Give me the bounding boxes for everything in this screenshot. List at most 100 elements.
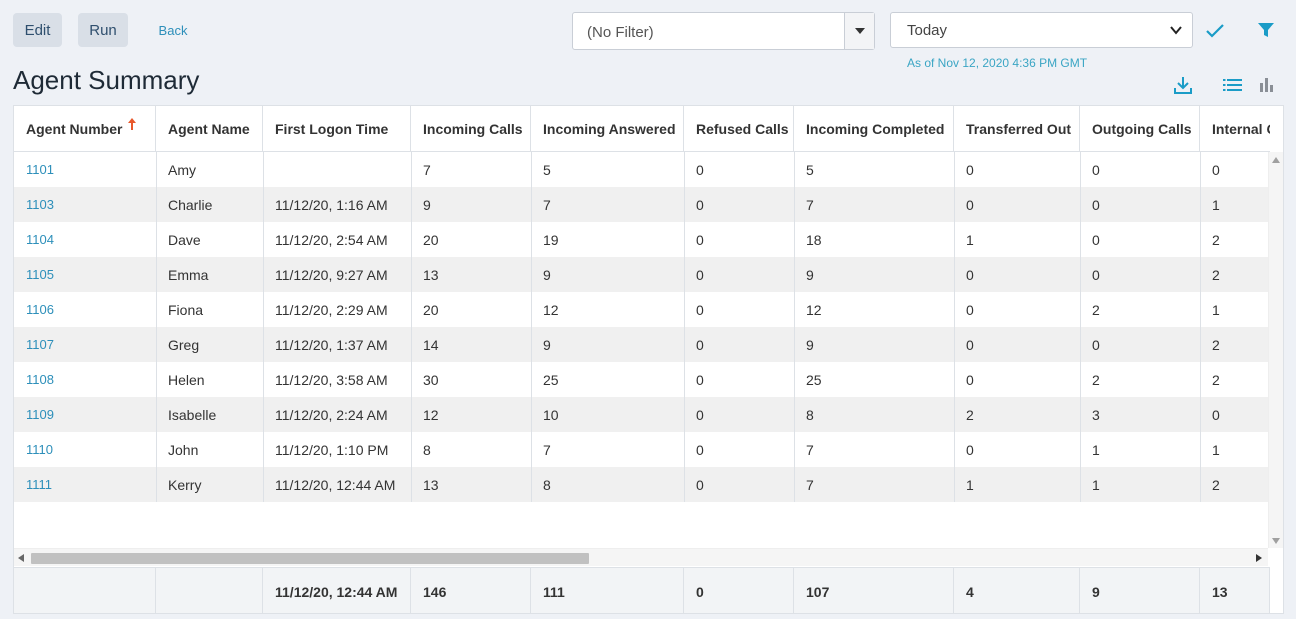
agent-number-link[interactable]: 1104 [14, 222, 156, 257]
vertical-scrollbar[interactable] [1268, 152, 1283, 548]
incoming-calls-cell: 9 [423, 196, 431, 213]
header-internal-calls[interactable]: Internal Calls [1200, 106, 1270, 152]
edit-button[interactable]: Edit [13, 13, 62, 47]
bar-chart-view-icon[interactable] [1257, 74, 1277, 96]
outgoing-calls-cell: 0 [1092, 266, 1100, 283]
header-incoming-completed[interactable]: Incoming Completed [794, 106, 954, 152]
agent-number-link[interactable]: 1109 [14, 397, 156, 432]
incoming-calls-cell: 13 [423, 266, 439, 283]
column-divider [794, 152, 795, 502]
column-divider [1200, 152, 1201, 502]
agent-number-link[interactable]: 1105 [14, 257, 156, 292]
first-logon-cell: 11/12/20, 3:58 AM [275, 371, 388, 388]
incoming-completed-cell: 7 [806, 196, 814, 213]
back-link[interactable]: Back [148, 13, 198, 47]
agent-name-cell: Amy [168, 161, 196, 178]
incoming-answered-cell: 9 [543, 266, 551, 283]
incoming-answered-cell: 5 [543, 161, 551, 178]
total-agent-number [14, 568, 156, 613]
agent-name-cell: Kerry [168, 476, 202, 493]
agent-name-cell: Dave [168, 231, 201, 248]
transferred-out-cell: 0 [966, 441, 974, 458]
agent-number-link[interactable]: 1101 [14, 152, 156, 187]
date-range-select[interactable]: Today [890, 12, 1193, 48]
internal-calls-cell: 2 [1212, 336, 1220, 353]
outgoing-calls-cell: 1 [1092, 441, 1100, 458]
filter-funnel-icon[interactable] [1254, 19, 1278, 41]
totals-row: 11/12/20, 12:44 AM 146 111 0 107 4 9 13 [14, 567, 1270, 613]
header-refused-calls[interactable]: Refused Calls [684, 106, 794, 152]
agent-number-link[interactable]: 1103 [14, 187, 156, 222]
caret-down-icon[interactable] [844, 13, 874, 49]
incoming-completed-cell: 25 [806, 371, 822, 388]
transferred-out-cell: 0 [966, 266, 974, 283]
refused-calls-cell: 0 [696, 266, 704, 283]
scroll-up-icon[interactable] [1272, 157, 1280, 163]
agent-name-cell: Greg [168, 336, 200, 353]
sort-ascending-icon[interactable] [128, 117, 137, 133]
total-incoming-calls: 146 [411, 568, 531, 613]
incoming-completed-cell: 7 [806, 476, 814, 493]
incoming-calls-cell: 20 [423, 301, 439, 318]
horizontal-scroll-thumb[interactable] [31, 553, 589, 564]
chevron-down-icon [1170, 23, 1182, 40]
refused-calls-cell: 0 [696, 161, 704, 178]
first-logon-cell: 11/12/20, 2:24 AM [275, 406, 388, 423]
transferred-out-cell: 0 [966, 371, 974, 388]
first-logon-cell: 11/12/20, 1:10 PM [275, 441, 389, 458]
transferred-out-cell: 0 [966, 196, 974, 213]
download-icon[interactable] [1172, 74, 1194, 96]
header-incoming-answered[interactable]: Incoming Answered [531, 106, 684, 152]
apply-check-icon[interactable] [1203, 20, 1227, 42]
filter-dropdown[interactable]: (No Filter) [572, 12, 875, 50]
header-first-logon-time[interactable]: First Logon Time [263, 106, 411, 152]
transferred-out-cell: 1 [966, 231, 974, 248]
incoming-answered-cell: 25 [543, 371, 559, 388]
header-transferred-out[interactable]: Transferred Out [954, 106, 1080, 152]
incoming-completed-cell: 18 [806, 231, 822, 248]
transferred-out-cell: 0 [966, 336, 974, 353]
incoming-completed-cell: 8 [806, 406, 814, 423]
agent-name-cell: Emma [168, 266, 209, 283]
agent-number-link[interactable]: 1106 [14, 292, 156, 327]
incoming-calls-cell: 14 [423, 336, 439, 353]
incoming-calls-cell: 30 [423, 371, 439, 388]
filter-value: (No Filter) [587, 24, 654, 41]
list-view-icon[interactable] [1222, 75, 1244, 95]
refused-calls-cell: 0 [696, 371, 704, 388]
incoming-answered-cell: 8 [543, 476, 551, 493]
incoming-completed-cell: 9 [806, 336, 814, 353]
agent-number-link[interactable]: 1107 [14, 327, 156, 362]
transferred-out-cell: 0 [966, 301, 974, 318]
incoming-completed-cell: 9 [806, 266, 814, 283]
header-outgoing-calls[interactable]: Outgoing Calls [1080, 106, 1200, 152]
run-button[interactable]: Run [78, 13, 128, 47]
outgoing-calls-cell: 2 [1092, 301, 1100, 318]
header-incoming-calls[interactable]: Incoming Calls [411, 106, 531, 152]
internal-calls-cell: 0 [1212, 406, 1220, 423]
agent-name-cell: John [168, 441, 199, 458]
scroll-down-icon[interactable] [1272, 538, 1280, 544]
outgoing-calls-cell: 3 [1092, 406, 1100, 423]
header-agent-number[interactable]: Agent Number [14, 106, 156, 152]
incoming-completed-cell: 5 [806, 161, 814, 178]
outgoing-calls-cell: 1 [1092, 476, 1100, 493]
scroll-left-icon[interactable] [18, 554, 24, 562]
incoming-answered-cell: 9 [543, 336, 551, 353]
horizontal-scrollbar[interactable] [14, 548, 1268, 566]
total-outgoing-calls: 9 [1080, 568, 1200, 613]
table-header-row: Agent Number Agent Name First Logon Time… [14, 106, 1270, 152]
agent-name-cell: Isabelle [168, 406, 217, 423]
agent-number-link[interactable]: 1111 [14, 467, 156, 502]
refused-calls-cell: 0 [696, 406, 704, 423]
column-divider [531, 152, 532, 502]
header-agent-name[interactable]: Agent Name [156, 106, 263, 152]
page-title: Agent Summary [13, 65, 200, 95]
first-logon-cell: 11/12/20, 2:29 AM [275, 301, 388, 318]
outgoing-calls-cell: 0 [1092, 196, 1100, 213]
scroll-right-icon[interactable] [1256, 554, 1262, 562]
agent-number-link[interactable]: 1110 [14, 432, 156, 467]
as-of-timestamp: As of Nov 12, 2020 4:36 PM GMT [907, 56, 1088, 70]
agent-number-link[interactable]: 1108 [14, 362, 156, 397]
internal-calls-cell: 1 [1212, 196, 1220, 213]
